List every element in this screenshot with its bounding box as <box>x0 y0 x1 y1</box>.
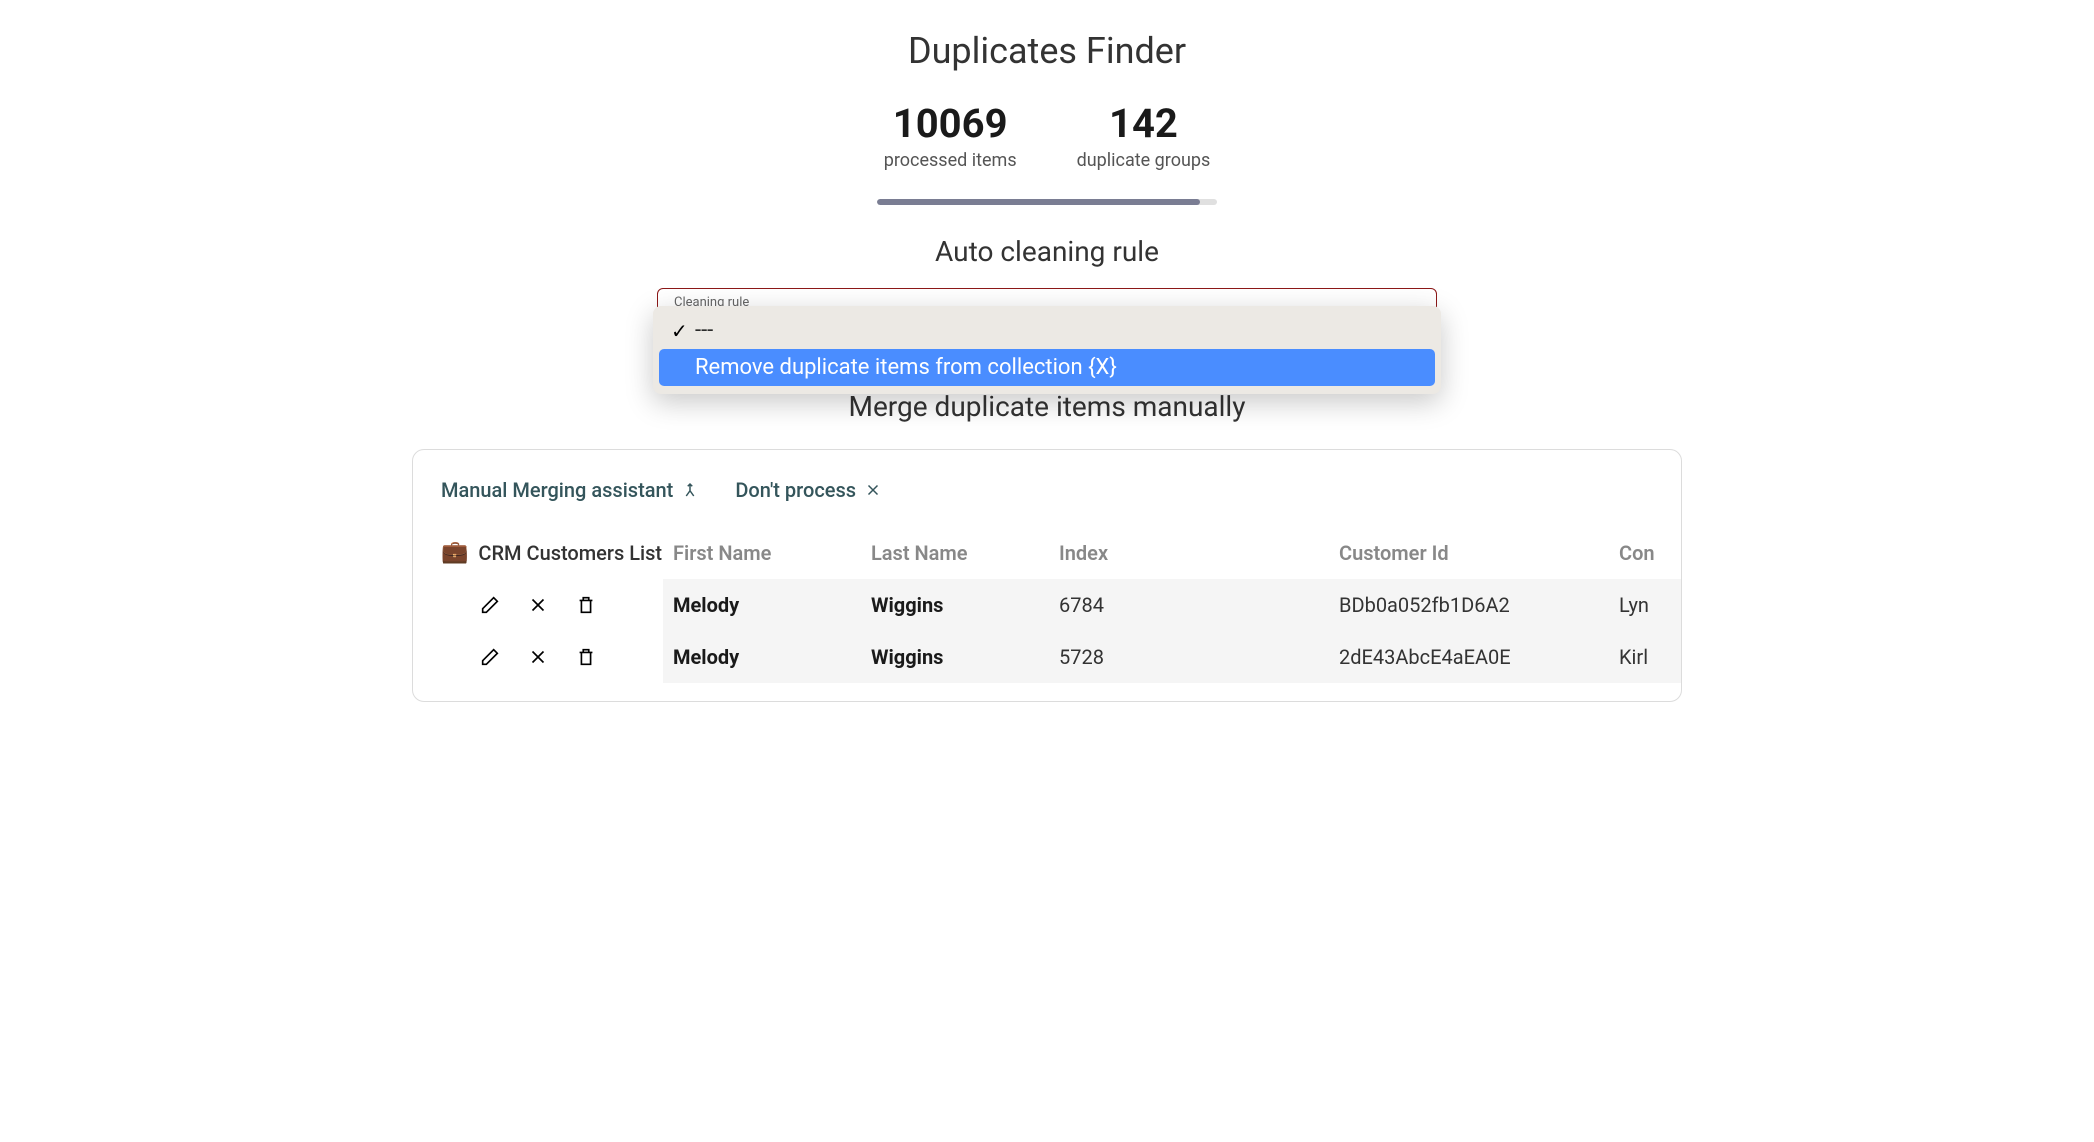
dont-process-button[interactable]: Don't process <box>735 478 882 502</box>
duplicate-table-wrapper: 💼 CRM Customers List First Name Last Nam… <box>413 526 1681 683</box>
cell-last-name: Wiggins <box>861 631 1049 683</box>
close-icon <box>527 594 549 616</box>
table-header-source: 💼 CRM Customers List <box>413 526 663 579</box>
cell-company: Lyn <box>1609 579 1681 631</box>
cell-customer-id: 2dE43AbcE4aEA0E <box>1329 631 1609 683</box>
stat-groups-value: 142 <box>1077 102 1211 146</box>
table-header-last-name: Last Name <box>861 526 1049 579</box>
stat-processed-value: 10069 <box>884 102 1017 146</box>
remove-row-button[interactable] <box>527 646 549 668</box>
card-actions: Manual Merging assistant Don't process <box>413 478 1681 526</box>
cleaning-rule-select[interactable]: Cleaning rule ✓ --- Remove duplicate ite… <box>657 288 1437 350</box>
row-actions-cell <box>413 631 663 683</box>
table-header-first-name: First Name <box>663 526 861 579</box>
manual-merging-assistant-button[interactable]: Manual Merging assistant <box>441 478 699 502</box>
delete-row-button[interactable] <box>575 646 597 668</box>
cell-first-name: Melody <box>663 579 861 631</box>
remove-row-button[interactable] <box>527 594 549 616</box>
cleaning-rule-option-none-label: --- <box>695 318 713 343</box>
stat-groups: 142 duplicate groups <box>1077 102 1211 171</box>
manual-merging-assistant-label: Manual Merging assistant <box>441 478 673 502</box>
close-icon <box>527 646 549 668</box>
cleaning-rule-option-remove-label: Remove duplicate items from collection {… <box>695 355 1117 380</box>
cell-customer-id: BDb0a052fb1D6A2 <box>1329 579 1609 631</box>
stat-processed-label: processed items <box>884 150 1017 171</box>
cell-index: 6784 <box>1049 579 1329 631</box>
cell-first-name: Melody <box>663 631 861 683</box>
edit-row-button[interactable] <box>479 646 501 668</box>
cleaning-rule-option-none[interactable]: ✓ --- <box>659 312 1435 349</box>
merge-icon <box>681 481 699 499</box>
delete-row-button[interactable] <box>575 594 597 616</box>
cell-last-name: Wiggins <box>861 579 1049 631</box>
auto-cleaning-heading: Auto cleaning rule <box>327 235 1767 268</box>
progress-bar <box>877 199 1217 205</box>
source-name: CRM Customers List <box>478 541 662 565</box>
table-header-index: Index <box>1049 526 1329 579</box>
duplicate-group-card: Manual Merging assistant Don't process <box>412 449 1682 702</box>
page-title: Duplicates Finder <box>327 30 1767 72</box>
stats-row: 10069 processed items 142 duplicate grou… <box>327 102 1767 171</box>
edit-row-button[interactable] <box>479 594 501 616</box>
cleaning-rule-dropdown-menu: ✓ --- Remove duplicate items from collec… <box>653 306 1441 394</box>
table-row: Melody Wiggins 5728 2dE43AbcE4aEA0E Kirl <box>413 631 1681 683</box>
table-row: Melody Wiggins 6784 BDb0a052fb1D6A2 Lyn <box>413 579 1681 631</box>
pencil-icon <box>479 594 501 616</box>
row-actions-cell <box>413 579 663 631</box>
table-header-company: Con <box>1609 526 1681 579</box>
manual-merge-heading: Merge duplicate items manually <box>327 390 1767 423</box>
trash-icon <box>575 594 597 616</box>
pencil-icon <box>479 646 501 668</box>
table-header-customer-id: Customer Id <box>1329 526 1609 579</box>
duplicate-table: 💼 CRM Customers List First Name Last Nam… <box>413 526 1681 683</box>
check-icon: ✓ <box>671 319 695 343</box>
close-icon <box>864 481 882 499</box>
dont-process-label: Don't process <box>735 478 856 502</box>
cleaning-rule-option-remove[interactable]: Remove duplicate items from collection {… <box>659 349 1435 386</box>
cell-company: Kirl <box>1609 631 1681 683</box>
stat-processed: 10069 processed items <box>884 102 1017 171</box>
cell-index: 5728 <box>1049 631 1329 683</box>
briefcase-icon: 💼 <box>441 540 468 565</box>
trash-icon <box>575 646 597 668</box>
stat-groups-label: duplicate groups <box>1077 150 1211 171</box>
progress-fill <box>877 199 1200 205</box>
